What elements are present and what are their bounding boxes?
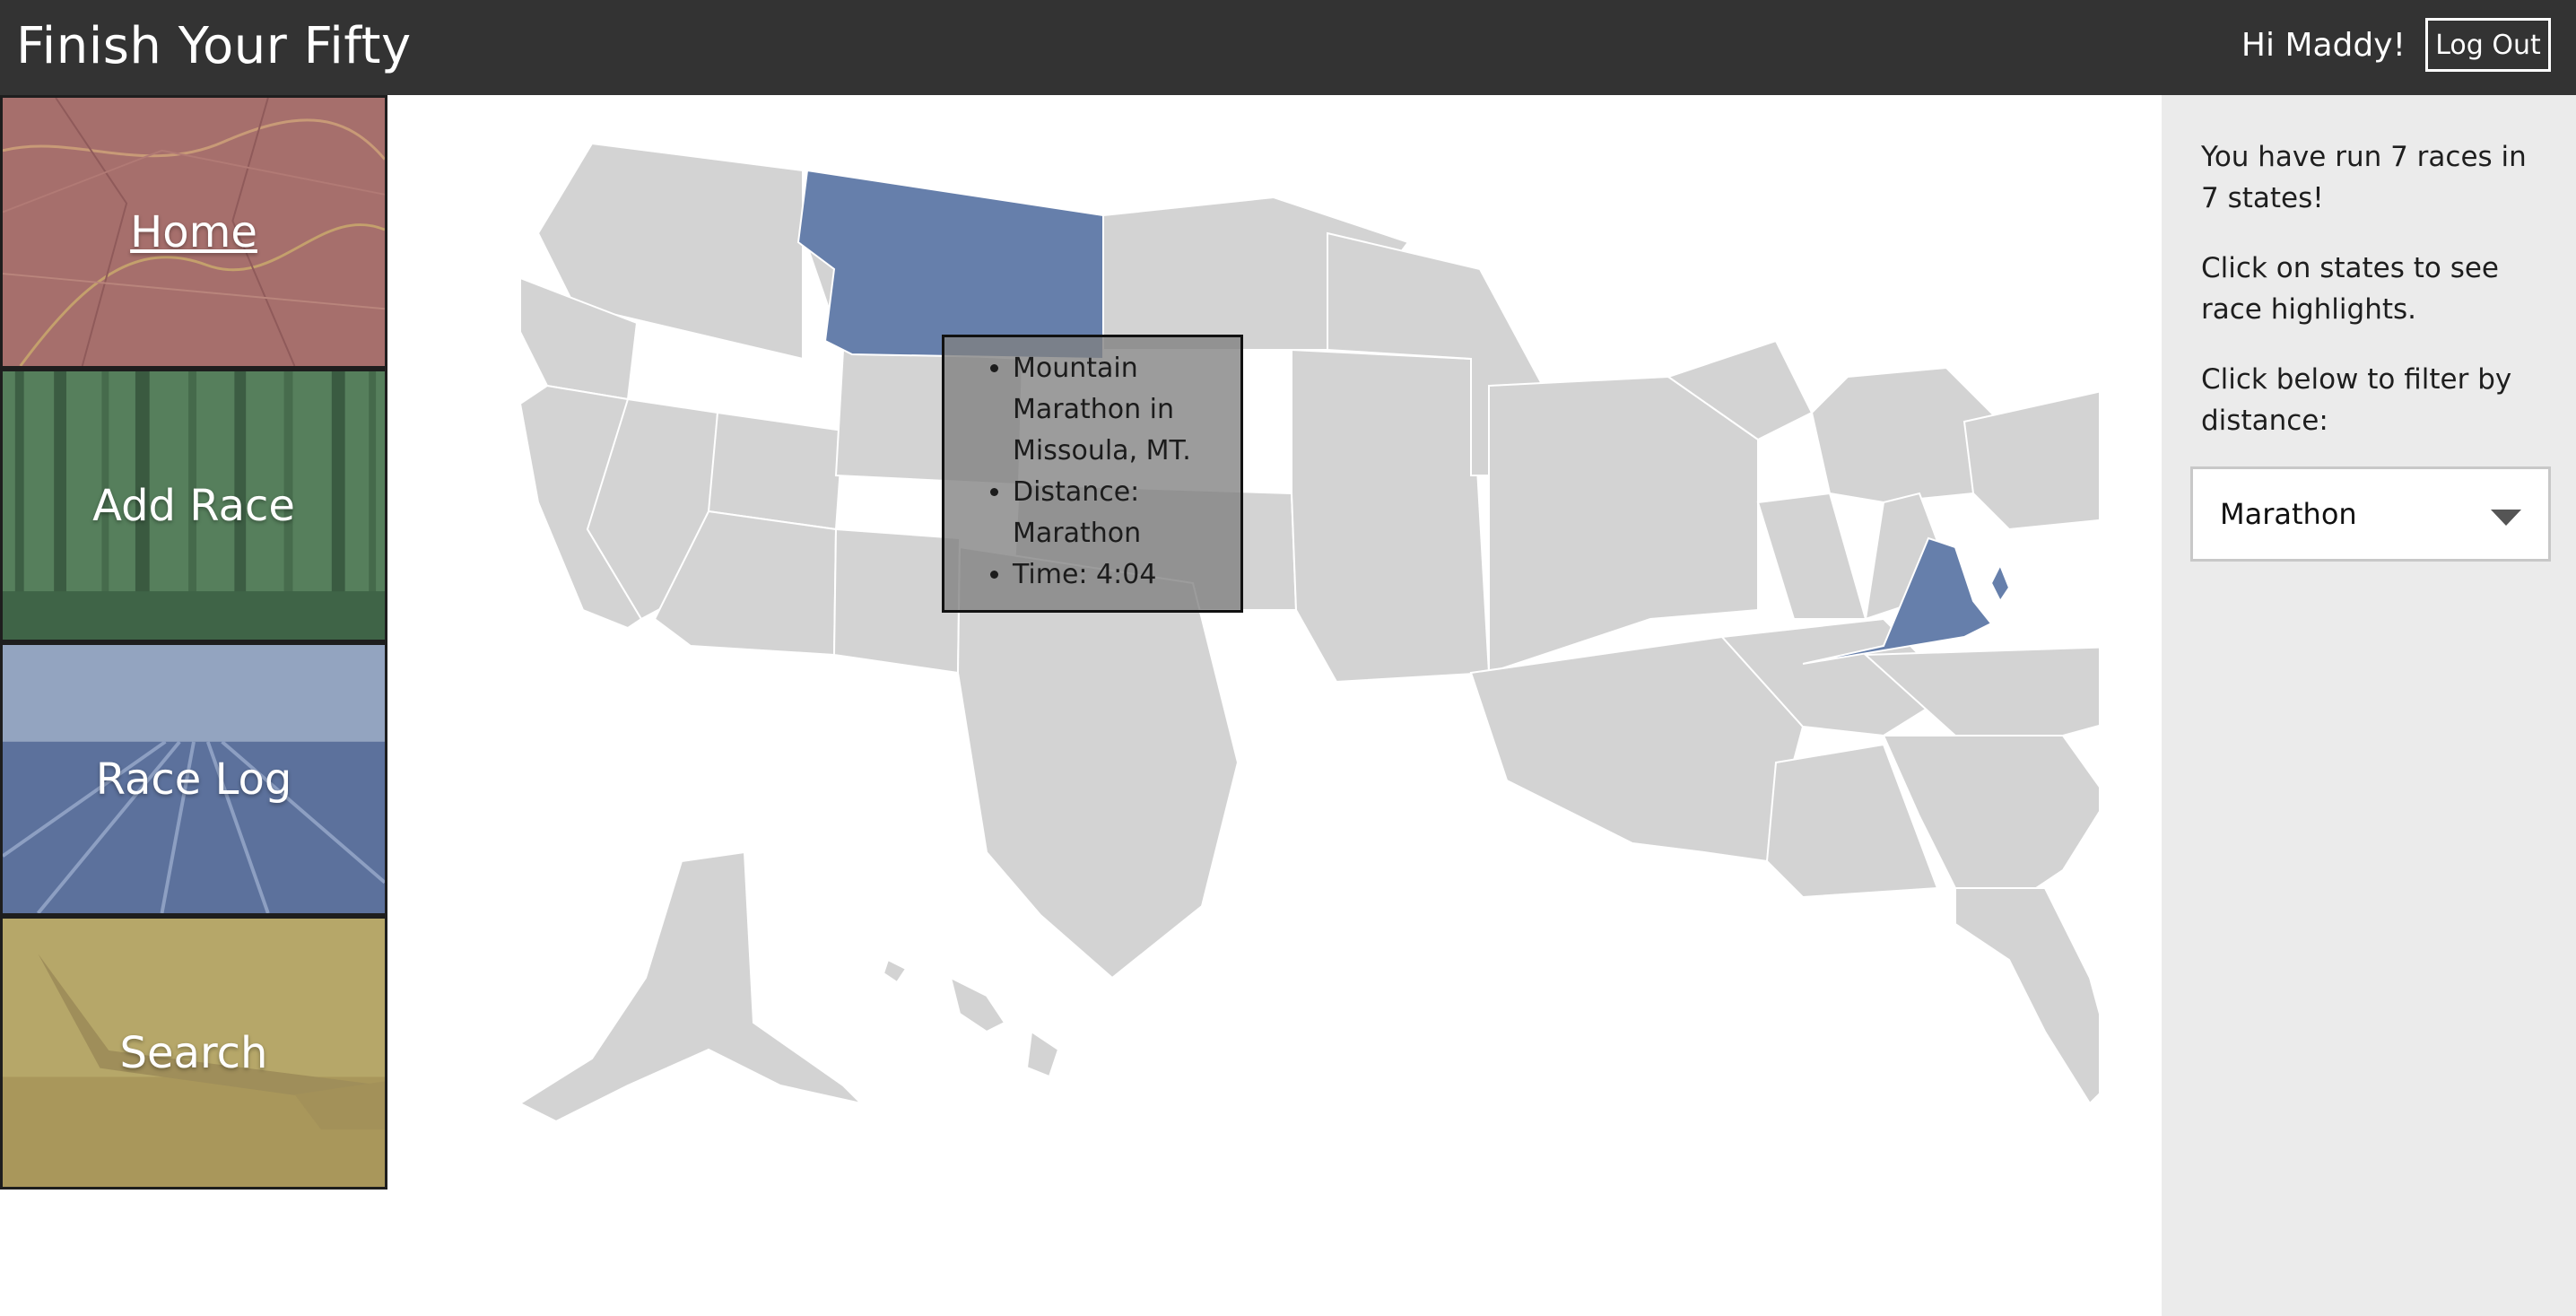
filter-prompt: Click below to filter by distance: xyxy=(2201,363,2512,437)
user-greeting: Hi Maddy! xyxy=(2241,27,2406,64)
nav-item-race-log[interactable]: Race Log xyxy=(0,642,387,916)
map-hint: Click on states to see race highlights. xyxy=(2201,252,2499,326)
state-shape[interactable] xyxy=(1756,492,1867,620)
chevron-down-icon xyxy=(2491,510,2521,526)
state-shape[interactable] xyxy=(832,527,962,675)
tooltip-race: Mountain Marathon in Missoula, MT. xyxy=(1013,348,1224,472)
state-shape[interactable] xyxy=(518,850,865,1123)
nav-item-home[interactable]: Home xyxy=(0,95,387,369)
state-montana[interactable] xyxy=(796,169,1104,361)
tooltip-distance: Distance: Marathon xyxy=(1013,472,1224,554)
state-delaware[interactable] xyxy=(1989,562,2011,603)
nav-item-add-race[interactable]: Add Race xyxy=(0,369,387,642)
state-shape[interactable] xyxy=(1025,1030,1060,1078)
nav-item-search[interactable]: Search xyxy=(0,916,387,1190)
state-shape[interactable] xyxy=(1954,887,2099,1105)
app-title: Finish Your Fifty xyxy=(16,17,412,75)
nav-label-home: Home xyxy=(130,206,257,257)
nav-label-race-log: Race Log xyxy=(95,754,292,805)
state-shape[interactable] xyxy=(707,411,845,531)
race-tooltip: Mountain Marathon in Missoula, MT. Dista… xyxy=(942,335,1243,613)
logout-button[interactable]: Log Out xyxy=(2425,18,2551,72)
race-summary: You have run 7 races in 7 states! xyxy=(2201,141,2527,214)
state-shape[interactable] xyxy=(1488,375,1759,675)
nav-label-add-race: Add Race xyxy=(92,480,295,531)
top-bar: Finish Your Fifty Hi Maddy! Log Out xyxy=(0,0,2576,95)
tooltip-time: Time: 4:04 xyxy=(1013,554,1224,596)
side-nav: Home Add Race Race Log Search xyxy=(0,95,389,1190)
us-states-map xyxy=(484,117,2099,1139)
state-shape[interactable] xyxy=(1291,348,1491,684)
state-shape[interactable] xyxy=(882,958,908,984)
us-map-svg xyxy=(518,142,2099,1123)
state-shape[interactable] xyxy=(949,976,1006,1033)
right-sidebar: You have run 7 races in 7 states! Click … xyxy=(2162,95,2576,1316)
distance-filter-select[interactable]: Marathon xyxy=(2190,466,2551,562)
nav-label-search: Search xyxy=(119,1027,268,1078)
distance-filter-value: Marathon xyxy=(2220,497,2357,531)
